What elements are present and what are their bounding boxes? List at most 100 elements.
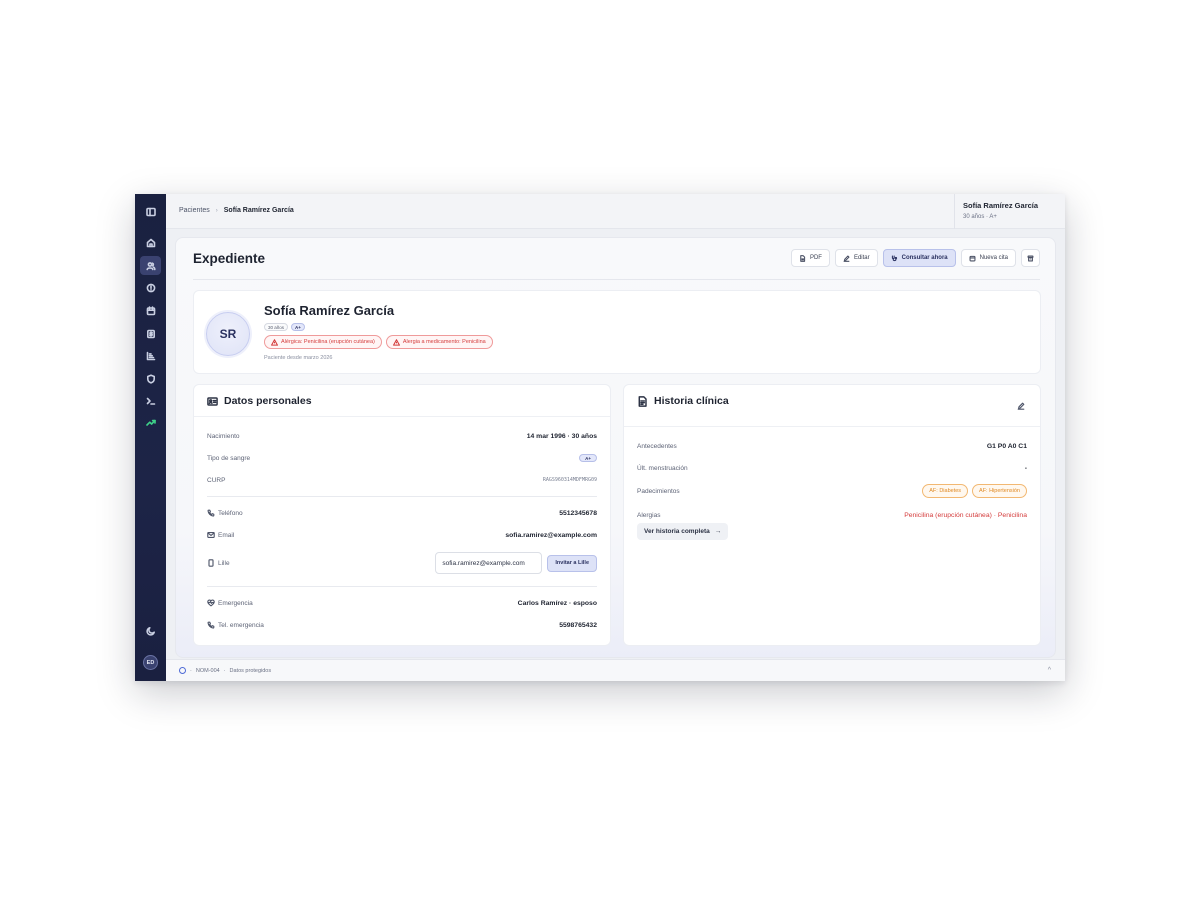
footer-norm-code: NOM-004 — [195, 667, 220, 674]
shield-icon[interactable] — [140, 369, 161, 388]
status-indicator-icon — [179, 667, 186, 674]
title-divider — [193, 279, 1040, 280]
lille-email-input[interactable] — [435, 552, 543, 574]
archive-button[interactable] — [1021, 249, 1040, 267]
arrow-right-icon: → — [714, 528, 722, 535]
view-full-history-label: Ver historia completa — [644, 528, 710, 535]
chevron-up-icon[interactable]: ^ — [1048, 667, 1051, 674]
emergency-contact: Carlos Ramírez · esposo — [517, 599, 597, 607]
panel-divider — [194, 416, 610, 417]
top-patient-summary[interactable]: Sofía Ramírez García 30 años · A+ — [954, 194, 1065, 229]
consult-now-button[interactable]: Consultar ahora — [882, 249, 956, 267]
emergency-phone-label: Tel. emergencia — [207, 621, 264, 629]
allergy-alert: Alergia a medicamento: Penicilina — [385, 335, 493, 349]
section-divider — [207, 586, 597, 587]
archive-icon — [1027, 255, 1034, 261]
curp-row: CURP RAGS960314MDFMRG09 — [207, 474, 597, 486]
lille-label: Lille — [207, 559, 230, 567]
billing-icon[interactable] — [140, 324, 161, 343]
clinical-history-title-text: Historia clínica — [654, 395, 729, 407]
birth-row: Nacimiento 14 mar 1996 · 30 años — [207, 430, 597, 442]
patient-since: Paciente desde marzo 2026 — [264, 355, 333, 361]
calendar-icon[interactable] — [140, 301, 161, 320]
id-card-icon — [207, 396, 218, 406]
users-icon[interactable] — [140, 256, 161, 275]
heart-pulse-icon — [207, 599, 215, 607]
chart-icon[interactable] — [140, 346, 161, 365]
pencil-icon — [1017, 402, 1025, 410]
personal-data-title: Datos personales — [207, 395, 312, 407]
last-period-label: Últ. menstruación — [637, 464, 688, 472]
new-appointment-button[interactable]: Nueva cita — [960, 249, 1016, 267]
document-icon — [638, 395, 647, 407]
home-icon[interactable] — [140, 233, 161, 252]
view-full-history-button[interactable]: Ver historia completa → — [637, 523, 729, 540]
emergency-phone-label-text: Tel. emergencia — [218, 621, 264, 629]
allergies-label: Alergias — [637, 511, 661, 519]
emergency-label-text: Emergencia — [218, 599, 253, 607]
breadcrumb-chevron-icon: › — [215, 207, 218, 214]
blood-type-row: Tipo de sangre A+ — [207, 452, 597, 464]
patient-meta: 30 años A+ — [264, 323, 305, 331]
record-card: Expediente PDF Editar Consultar ahora Nu… — [175, 237, 1056, 658]
birth-value: 14 mar 1996 · 30 años — [526, 432, 597, 440]
allergies-row: Alergias Penicilina (erupción cutánea) ·… — [637, 509, 1027, 521]
antecedents-value: G1 P0 A0 C1 — [986, 442, 1027, 450]
alert-icon[interactable] — [140, 278, 161, 297]
warning-icon — [271, 338, 278, 346]
moon-icon[interactable] — [140, 621, 161, 640]
app-window: ED Pacientes › Sofía Ramírez García Sofí… — [135, 194, 1065, 681]
blood-type-label: Tipo de sangre — [207, 454, 251, 462]
breadcrumb-current: Sofía Ramírez García — [223, 207, 294, 214]
email-value[interactable]: sofia.ramirez@example.com — [505, 532, 597, 539]
stethoscope-icon — [891, 255, 897, 261]
antecedents-label: Antecedentes — [637, 442, 677, 450]
phone-value[interactable]: 5512345678 — [559, 510, 597, 517]
sidebar-toggle-icon[interactable] — [140, 202, 161, 221]
top-bar: Pacientes › Sofía Ramírez García Sofía R… — [166, 194, 1065, 229]
last-period-value: - — [1024, 464, 1027, 472]
footer-separator: · — [190, 667, 192, 674]
phone-row: Teléfono 5512345678 — [207, 507, 597, 519]
allergy-alert: Alérgica: Penicilina (erupción cutánea) — [264, 335, 382, 349]
emergency-row: Emergencia Carlos Ramírez · esposo — [207, 597, 597, 609]
invite-lille-button[interactable]: Invitar a Lille — [547, 554, 597, 572]
top-patient-sub: 30 años · A+ — [963, 214, 997, 220]
edit-history-button[interactable] — [1015, 400, 1027, 412]
personal-data-panel: Datos personales Nacimiento 14 mar 1996 … — [193, 384, 611, 646]
user-avatar[interactable]: ED — [143, 655, 158, 670]
breadcrumb-parent[interactable]: Pacientes — [179, 207, 210, 214]
phone-label: Teléfono — [207, 509, 243, 517]
trend-icon[interactable] — [140, 413, 161, 432]
top-patient-name: Sofía Ramírez García — [963, 201, 1039, 210]
emergency-value: Carlos Ramírez · esposo — [518, 600, 597, 607]
terminal-icon[interactable] — [140, 391, 161, 410]
new-appointment-label: Nueva cita — [979, 255, 1008, 261]
emergency-phone-value[interactable]: 5598765432 — [559, 622, 597, 629]
lille-label-text: Lille — [218, 559, 230, 567]
warning-icon — [392, 338, 400, 346]
email-label: Email — [207, 531, 234, 539]
pdf-label: PDF — [809, 255, 822, 261]
conditions-badges: AF: Diabetes AF: Hipertensión — [922, 484, 1027, 498]
consult-now-label: Consultar ahora — [901, 255, 948, 261]
patient-name: Sofía Ramírez García — [264, 303, 395, 318]
allergy-alert-text: Alergia a medicamento: Penicilina — [402, 339, 486, 345]
condition-badge: AF: Diabetes — [922, 484, 969, 498]
email-row: Email sofia.ramirez@example.com — [207, 529, 597, 541]
pdf-button[interactable]: PDF — [790, 249, 830, 267]
edit-label: Editar — [853, 255, 870, 261]
status-footer: · NOM-004 · Datos protegidos ^ — [166, 659, 1065, 681]
curp-label: CURP — [207, 476, 226, 484]
antecedents-row: Antecedentes G1 P0 A0 C1 — [637, 440, 1027, 452]
sidebar: ED — [135, 194, 166, 681]
birth-label: Nacimiento — [207, 432, 240, 440]
conditions-row: Padecimientos AF: Diabetes AF: Hipertens… — [637, 483, 1027, 499]
pencil-icon — [843, 255, 850, 262]
file-icon — [800, 254, 806, 262]
patient-avatar: SR — [206, 312, 250, 356]
conditions-label: Padecimientos — [637, 487, 680, 495]
emergency-label: Emergencia — [207, 599, 253, 607]
panel-divider — [624, 426, 1040, 427]
edit-button[interactable]: Editar — [834, 249, 878, 267]
